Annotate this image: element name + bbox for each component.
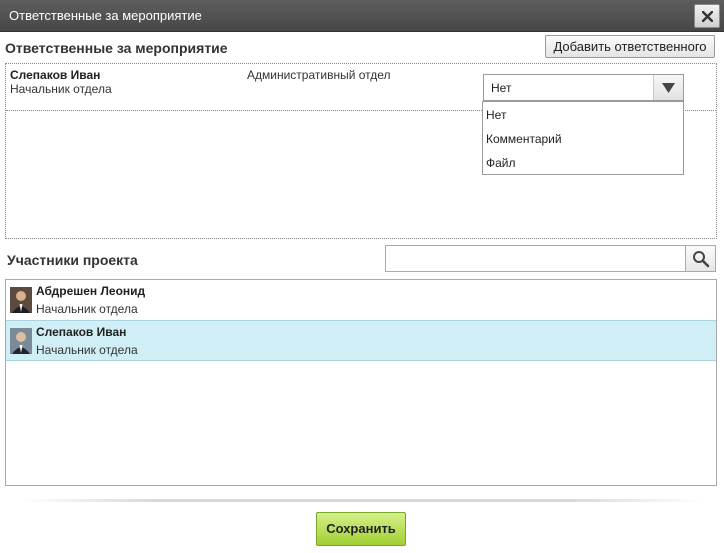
triangle-down-icon <box>662 83 675 93</box>
participant-name: Абдрешен Леонид <box>36 284 146 298</box>
attachment-type-select[interactable]: Нет <box>483 74 684 101</box>
dialog: Ответственные за мероприятие Ответственн… <box>0 0 724 553</box>
list-item[interactable]: Слепаков Иван Начальник отдела <box>6 320 716 361</box>
search-button[interactable] <box>685 246 715 271</box>
participants-search <box>385 245 716 272</box>
dropdown-option-file[interactable]: Файл <box>486 156 516 170</box>
attachment-type-dropdown: Нет Комментарий Файл <box>482 101 684 175</box>
participants-list: Абдрешен Леонид Начальник отдела Слепако… <box>5 279 717 486</box>
participants-section-title: Участники проекта <box>7 252 138 268</box>
close-icon <box>702 11 713 22</box>
responsible-name: Слепаков Иван <box>10 68 101 82</box>
list-item[interactable]: Абдрешен Леонид Начальник отдела <box>6 280 716 321</box>
close-button[interactable] <box>694 4 720 28</box>
search-icon <box>693 251 710 268</box>
save-button[interactable]: Сохранить <box>316 512 406 546</box>
dropdown-option-comment[interactable]: Комментарий <box>486 132 562 146</box>
attachment-type-value: Нет <box>491 81 512 95</box>
search-input[interactable] <box>387 247 683 270</box>
dropdown-option-none[interactable]: Нет <box>486 108 506 122</box>
participant-position: Начальник отдела <box>36 343 138 357</box>
avatar <box>10 328 32 354</box>
avatar <box>10 287 32 313</box>
footer-divider <box>20 499 704 502</box>
participant-position: Начальник отдела <box>36 302 138 316</box>
add-responsible-button[interactable]: Добавить ответственного <box>545 35 715 58</box>
responsible-department: Административный отдел <box>247 68 391 82</box>
dialog-titlebar: Ответственные за мероприятие <box>0 0 724 32</box>
dialog-title: Ответственные за мероприятие <box>9 8 202 23</box>
responsible-section-title: Ответственные за мероприятие <box>5 40 228 56</box>
responsible-position: Начальник отдела <box>10 82 112 96</box>
dropdown-toggle[interactable] <box>653 75 683 100</box>
participant-name: Слепаков Иван <box>36 325 127 339</box>
